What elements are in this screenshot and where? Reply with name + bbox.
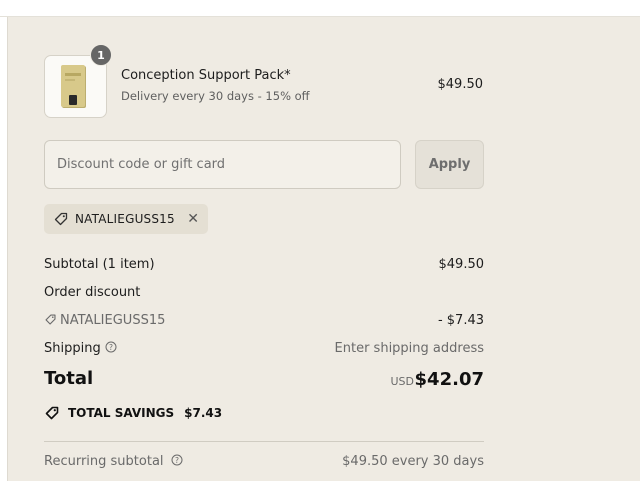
info-icon[interactable]: ?	[105, 341, 117, 353]
discount-code-input[interactable]	[44, 140, 401, 189]
product-image	[61, 65, 85, 107]
recurring-value: $49.50 every 30 days	[342, 454, 484, 469]
svg-text:?: ?	[109, 343, 113, 352]
divider	[44, 441, 484, 442]
product-price: $49.50	[437, 77, 484, 92]
product-subscription-note: Delivery every 30 days - 15% off	[121, 89, 310, 103]
shipping-label: Shipping	[44, 341, 101, 356]
svg-text:?: ?	[175, 456, 179, 465]
shipping-value: Enter shipping address	[334, 341, 484, 356]
discount-amount: - $7.43	[437, 313, 484, 328]
tag-icon	[54, 212, 68, 226]
top-bar	[0, 0, 640, 17]
total-currency: USD	[390, 375, 414, 388]
close-icon[interactable]: ✕	[187, 212, 199, 226]
quantity-badge: 1	[90, 44, 112, 66]
total-savings-label: TOTAL SAVINGS	[68, 406, 175, 420]
total-amount: $42.07	[414, 369, 484, 390]
subtotal-label: Subtotal (1 item)	[44, 257, 155, 272]
apply-discount-button[interactable]: Apply	[415, 140, 484, 189]
total-savings-value: $7.43	[184, 406, 223, 420]
product-name: Conception Support Pack*	[121, 68, 291, 83]
tag-icon	[45, 314, 56, 325]
subtotal-value: $49.50	[438, 257, 485, 272]
recurring-label: Recurring subtotal	[44, 454, 164, 469]
shipping-line: Shipping ?	[44, 341, 117, 356]
order-discount-label: Order discount	[44, 285, 141, 300]
total-savings: TOTAL SAVINGS $7.43	[44, 405, 222, 421]
recurring-line: Recurring subtotal ?	[44, 454, 183, 469]
discount-code-line: NATALIEGUSS15	[44, 313, 165, 328]
applied-discount-code: NATALIEGUSS15	[75, 212, 175, 226]
discount-code-text: NATALIEGUSS15	[60, 313, 166, 328]
info-icon[interactable]: ?	[171, 454, 183, 466]
applied-discount-chip: NATALIEGUSS15 ✕	[44, 204, 208, 234]
tag-icon	[45, 406, 59, 420]
total-label: Total	[44, 368, 94, 389]
